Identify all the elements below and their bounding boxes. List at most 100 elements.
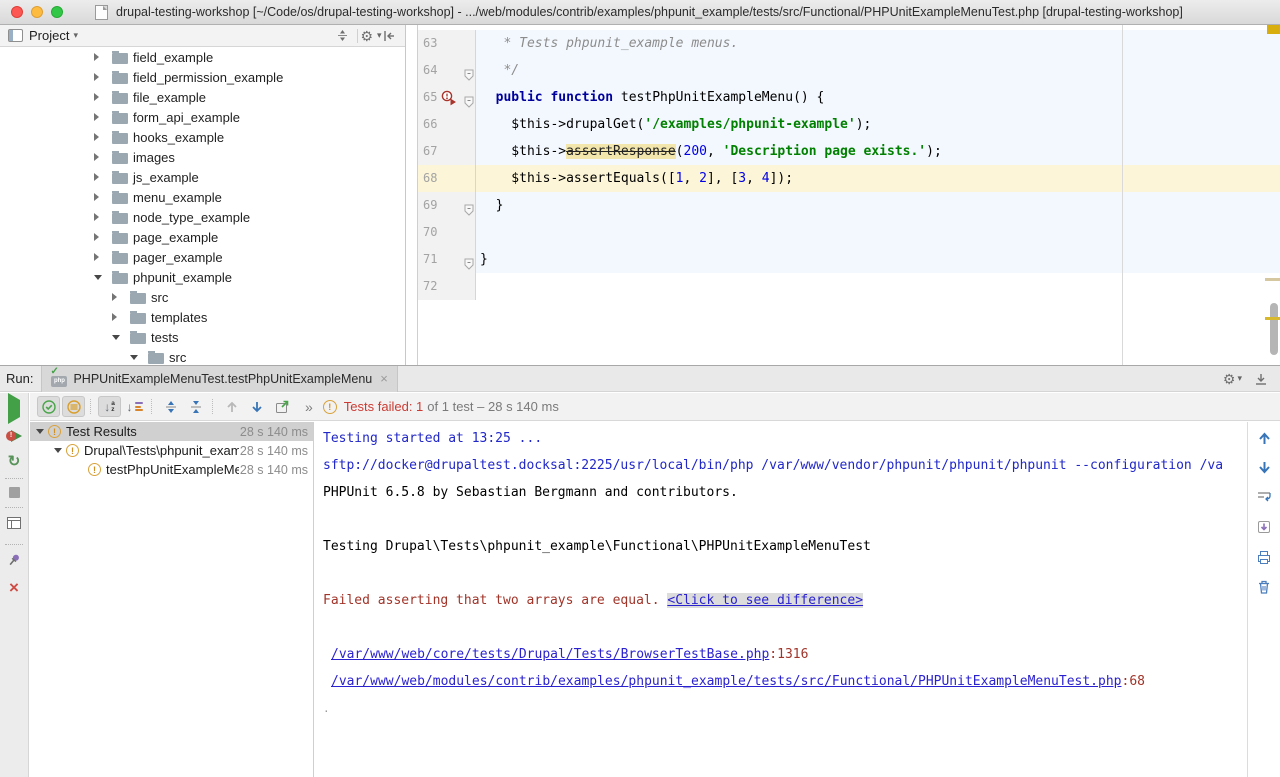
test-method-row[interactable]: ! testPhpUnitExampleMenu 28 s 140 ms xyxy=(30,460,313,479)
chevron-right-icon[interactable] xyxy=(94,107,103,127)
sort-alphabetically-button[interactable]: ↓az xyxy=(98,396,121,417)
close-tab-icon[interactable]: × xyxy=(380,371,388,386)
collapse-all-icon[interactable] xyxy=(334,28,350,44)
gear-icon[interactable]: ⚙▾ xyxy=(1223,372,1242,386)
rerun-failed-tests-button[interactable]: ! xyxy=(6,429,22,444)
zoom-window-button[interactable] xyxy=(51,6,63,18)
tree-item-tests-src[interactable]: src xyxy=(0,347,405,365)
error-stripe-mark[interactable] xyxy=(1265,278,1280,281)
expand-all-button[interactable] xyxy=(159,396,182,417)
hide-panel-icon[interactable] xyxy=(1254,372,1268,386)
rerun-button[interactable] xyxy=(8,400,20,418)
code-line-63[interactable]: 63 * Tests phpunit_example menus. xyxy=(418,30,1280,57)
test-class-row[interactable]: ! Drupal\Tests\phpunit_example\Functiona… xyxy=(30,441,313,460)
console-toolbar xyxy=(1247,422,1280,777)
tree-item-src[interactable]: src xyxy=(0,287,405,307)
close-panel-button[interactable]: × xyxy=(9,580,19,595)
chevron-right-icon[interactable] xyxy=(94,67,103,87)
tree-item-tests[interactable]: tests xyxy=(0,327,405,347)
test-results-root-row[interactable]: ! Test Results 28 s 140 ms xyxy=(30,422,313,441)
test-console-output[interactable]: Testing started at 13:25 ... sftp://dock… xyxy=(315,422,1247,777)
sort-by-duration-button[interactable]: ↓ xyxy=(123,396,146,417)
pin-tab-button[interactable] xyxy=(6,552,22,573)
chevron-down-icon[interactable] xyxy=(36,422,45,442)
tree-item-templates[interactable]: templates xyxy=(0,307,405,327)
code-line-71[interactable]: 71 } xyxy=(418,246,1280,273)
error-stripe-warning-mark[interactable] xyxy=(1267,25,1280,34)
chevron-right-icon[interactable] xyxy=(94,167,103,187)
editor-scrollbar-thumb[interactable] xyxy=(1270,303,1278,355)
console-line: . xyxy=(323,695,1247,722)
more-actions-chevrons-icon[interactable]: » xyxy=(305,399,313,415)
chevron-right-icon[interactable] xyxy=(94,127,103,147)
project-tool-window: Project ▾ ⚙▾ field_example field_permiss… xyxy=(0,25,406,365)
show-ignored-button[interactable] xyxy=(62,396,85,417)
code-line-72[interactable]: 72 xyxy=(418,273,1280,300)
chevron-right-icon[interactable] xyxy=(112,307,121,327)
chevron-right-icon[interactable] xyxy=(94,247,103,267)
stop-button[interactable] xyxy=(9,487,20,498)
chevron-right-icon[interactable] xyxy=(94,47,103,67)
run-tab-bar: Run: ✓ php PHPUnitExampleMenuTest.testPh… xyxy=(0,366,1280,392)
chevron-down-icon[interactable] xyxy=(54,441,63,461)
code-line-67[interactable]: 67 $this->assertResponse(200, 'Descripti… xyxy=(418,138,1280,165)
code-line-66[interactable]: 66 $this->drupalGet('/examples/phpunit-e… xyxy=(418,111,1280,138)
chevron-down-icon[interactable] xyxy=(94,267,103,287)
tree-item-page_example[interactable]: page_example xyxy=(0,227,405,247)
next-failed-test-button[interactable] xyxy=(245,396,268,417)
test-file-link[interactable]: /var/www/web/modules/contrib/examples/ph… xyxy=(331,674,1122,689)
folder-icon xyxy=(112,253,128,264)
gear-icon[interactable]: ⚙▾ xyxy=(363,28,379,44)
browser-test-base-link[interactable]: /var/www/web/core/tests/Drupal/Tests/Bro… xyxy=(331,647,769,662)
chevron-right-icon[interactable] xyxy=(94,187,103,207)
tree-item-file_example[interactable]: file_example xyxy=(0,87,405,107)
code-line-69[interactable]: 69 } xyxy=(418,192,1280,219)
tree-item-hooks_example[interactable]: hooks_example xyxy=(0,127,405,147)
tree-item-field_example[interactable]: field_example xyxy=(0,47,405,67)
tree-item-node_type_example[interactable]: node_type_example xyxy=(0,207,405,227)
chevron-right-icon[interactable] xyxy=(94,227,103,247)
code-line-70[interactable]: 70 xyxy=(418,219,1280,246)
chevron-down-icon[interactable] xyxy=(112,327,121,347)
up-stack-trace-button[interactable] xyxy=(1257,431,1272,451)
error-stripe-warning-mark[interactable] xyxy=(1265,317,1280,320)
chevron-down-icon[interactable] xyxy=(130,347,139,365)
chevron-right-icon[interactable] xyxy=(94,207,103,227)
chevron-down-icon[interactable]: ▾ xyxy=(73,30,78,41)
export-test-results-button[interactable] xyxy=(270,396,293,417)
soft-wrap-button[interactable] xyxy=(1256,489,1272,510)
code-line-65[interactable]: 65 public function testPhpUnitExampleMen… xyxy=(418,84,1280,111)
code-editor[interactable]: 63 * Tests phpunit_example menus. 64 */ … xyxy=(418,25,1280,365)
print-button[interactable] xyxy=(1256,549,1272,570)
close-window-button[interactable] xyxy=(11,6,23,18)
down-stack-trace-button[interactable] xyxy=(1257,460,1272,480)
chevron-right-icon[interactable] xyxy=(112,287,121,307)
collapse-all-button[interactable] xyxy=(184,396,207,417)
toggle-auto-test-button[interactable]: ↻ xyxy=(8,454,21,469)
tree-item-pager_example[interactable]: pager_example xyxy=(0,247,405,267)
restore-layout-button[interactable] xyxy=(6,516,22,535)
tree-item-js_example[interactable]: js_example xyxy=(0,167,405,187)
code-line-68-current[interactable]: 68 $this->assertEquals([1, 2], [3, 4]); xyxy=(418,165,1280,192)
tool-window-icon xyxy=(8,29,23,42)
window-titlebar: drupal-testing-workshop [~/Code/os/drupa… xyxy=(0,0,1280,25)
tree-item-form_api_example[interactable]: form_api_example xyxy=(0,107,405,127)
project-scrollbar-track[interactable] xyxy=(406,25,418,365)
chevron-right-icon[interactable] xyxy=(94,147,103,167)
test-duration: 28 s 140 ms xyxy=(239,463,313,477)
clear-console-trash-icon[interactable] xyxy=(1256,579,1272,600)
show-passed-button[interactable] xyxy=(37,396,60,417)
tree-item-images[interactable]: images xyxy=(0,147,405,167)
tree-item-menu_example[interactable]: menu_example xyxy=(0,187,405,207)
tree-item-field_permission_example[interactable]: field_permission_example xyxy=(0,67,405,87)
chevron-right-icon[interactable] xyxy=(94,87,103,107)
scroll-to-end-button[interactable] xyxy=(1256,519,1272,540)
console-line: PHPUnit 6.5.8 by Sebastian Bergmann and … xyxy=(323,479,1247,506)
minimize-window-button[interactable] xyxy=(31,6,43,18)
see-difference-link[interactable]: <Click to see difference> xyxy=(667,593,863,608)
code-line-64[interactable]: 64 */ xyxy=(418,57,1280,84)
previous-failed-test-button[interactable] xyxy=(220,396,243,417)
run-configuration-tab[interactable]: ✓ php PHPUnitExampleMenuTest.testPhpUnit… xyxy=(41,366,397,392)
tree-item-phpunit_example[interactable]: phpunit_example xyxy=(0,267,405,287)
hide-panel-icon[interactable] xyxy=(381,28,397,44)
